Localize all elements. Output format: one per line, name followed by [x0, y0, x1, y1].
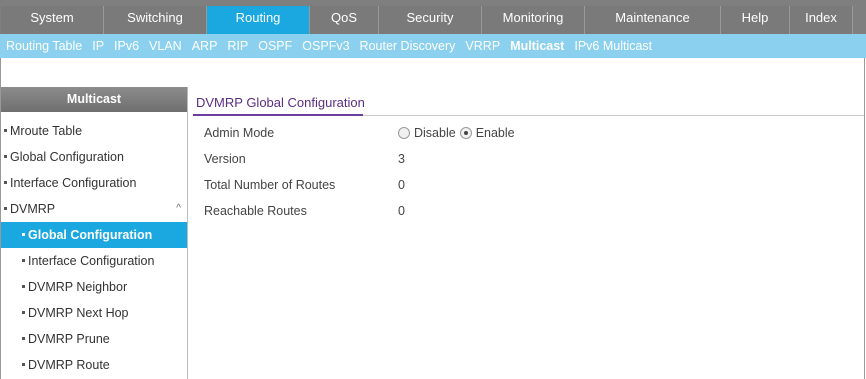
enable-radio-label[interactable]: Enable	[476, 123, 515, 143]
subtab-vlan[interactable]: VLAN	[149, 39, 182, 53]
title-rule	[363, 115, 864, 116]
admin-mode-label: Admin Mode	[204, 126, 275, 140]
sidebar-item-label: Global Configuration	[10, 150, 124, 164]
title-underline	[193, 114, 363, 116]
bullet-icon	[4, 206, 7, 210]
subtab-rip[interactable]: RIP	[227, 39, 248, 53]
version-label: Version	[204, 152, 246, 166]
bullet-icon	[22, 310, 25, 314]
sidebar-item-label: DVMRP Neighbor	[28, 280, 128, 294]
total-routes-value: 0	[398, 178, 405, 192]
admin-mode-radio-group: Disable Enable	[398, 123, 519, 143]
total-routes-label: Total Number of Routes	[204, 178, 336, 192]
top-nav: System Switching Routing QoS Security Mo…	[0, 0, 866, 34]
subtab-ospf[interactable]: OSPF	[258, 39, 292, 53]
tab-monitoring[interactable]: Monitoring	[482, 6, 585, 34]
sidebar-item-dvmrp[interactable]: DVMRP ^	[1, 196, 187, 222]
subtab-vrrp[interactable]: VRRP	[465, 39, 500, 53]
sidebar-item-mroute-table[interactable]: Mroute Table	[1, 118, 187, 144]
subtab-router-discovery[interactable]: Router Discovery	[360, 39, 456, 53]
sidebar-item-dvmrp-global-configuration[interactable]: Global Configuration	[1, 222, 187, 248]
subtab-ipv6[interactable]: IPv6	[114, 39, 139, 53]
bullet-icon	[4, 154, 7, 158]
tab-help[interactable]: Help	[721, 6, 790, 34]
sidebar-item-label: Mroute Table	[10, 124, 83, 138]
tab-routing[interactable]: Routing	[207, 6, 310, 34]
page-title: DVMRP Global Configuration	[196, 95, 365, 110]
sidebar-item-label: DVMRP	[10, 202, 56, 216]
tab-system[interactable]: System	[1, 6, 104, 34]
bullet-icon	[22, 232, 25, 236]
tab-security[interactable]: Security	[379, 6, 482, 34]
chevron-up-icon[interactable]: ^	[176, 196, 181, 222]
sidebar-item-label: Interface Configuration	[28, 254, 155, 268]
tab-maintenance[interactable]: Maintenance	[585, 6, 721, 34]
tab-index[interactable]: Index	[790, 6, 853, 34]
reachable-routes-label: Reachable Routes	[204, 204, 307, 218]
sidebar-item-dvmrp-prune[interactable]: DVMRP Prune	[1, 326, 187, 352]
subtab-ospfv3[interactable]: OSPFv3	[302, 39, 349, 53]
reachable-routes-value: 0	[398, 204, 405, 218]
enable-radio[interactable]	[459, 127, 472, 139]
sidebar-item-label: DVMRP Prune	[28, 332, 110, 346]
frame-right-border	[864, 58, 865, 379]
subtab-routing-table[interactable]: Routing Table	[6, 39, 82, 53]
sidebar-item-dvmrp-neighbor[interactable]: DVMRP Neighbor	[1, 274, 187, 300]
sidebar-item-label: Interface Configuration	[10, 176, 137, 190]
sidebar-item-dvmrp-interface-configuration[interactable]: Interface Configuration	[1, 248, 187, 274]
sidebar-item-dvmrp-next-hop[interactable]: DVMRP Next Hop	[1, 300, 187, 326]
subtab-ipv6-multicast[interactable]: IPv6 Multicast	[574, 39, 652, 53]
bullet-icon	[4, 180, 7, 184]
sidebar-item-global-configuration[interactable]: Global Configuration	[1, 144, 187, 170]
sidebar-item-label: Global Configuration	[28, 228, 153, 242]
version-value: 3	[398, 152, 405, 166]
bullet-icon	[22, 336, 25, 340]
bullet-icon	[22, 362, 25, 366]
bullet-icon	[22, 284, 25, 288]
sidebar-item-dvmrp-route[interactable]: DVMRP Route	[1, 352, 187, 378]
tab-qos[interactable]: QoS	[310, 6, 379, 34]
sidebar-divider	[187, 87, 188, 379]
subtab-arp[interactable]: ARP	[192, 39, 218, 53]
sub-nav: Routing Table IP IPv6 VLAN ARP RIP OSPF …	[0, 34, 866, 58]
sidebar-item-interface-configuration[interactable]: Interface Configuration	[1, 170, 187, 196]
sidebar-header: Multicast	[1, 87, 187, 112]
bullet-icon	[4, 128, 7, 132]
sidebar-item-label: DVMRP Route	[28, 358, 110, 372]
disable-radio[interactable]	[398, 127, 410, 139]
bullet-icon	[22, 258, 25, 262]
sidebar: Multicast Mroute Table Global Configurat…	[1, 87, 187, 379]
subtab-ip[interactable]: IP	[92, 39, 104, 53]
subtab-multicast[interactable]: Multicast	[510, 39, 564, 53]
sidebar-item-label: DVMRP Next Hop	[28, 306, 129, 320]
tab-switching[interactable]: Switching	[104, 6, 207, 34]
disable-radio-label[interactable]: Disable	[414, 123, 456, 143]
